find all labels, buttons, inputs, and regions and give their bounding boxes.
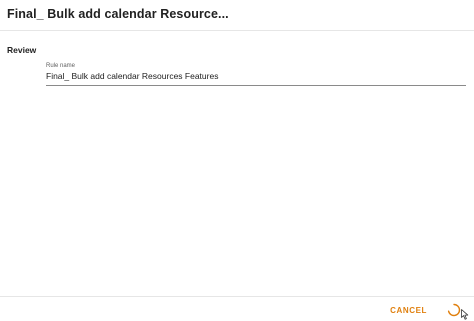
rule-name-value[interactable]: Final_ Bulk add calendar Resources Featu… bbox=[46, 71, 218, 81]
dialog-title: Final_ Bulk add calendar Resource... bbox=[7, 7, 229, 21]
dialog-header: Final_ Bulk add calendar Resource... bbox=[0, 0, 474, 31]
rule-name-field[interactable]: Rule name Final_ Bulk add calendar Resou… bbox=[46, 61, 466, 86]
loading-spinner-icon bbox=[447, 303, 461, 317]
cancel-button[interactable]: CANCEL bbox=[390, 306, 427, 315]
review-section-label: Review bbox=[7, 45, 37, 55]
dialog: Final_ Bulk add calendar Resource... Rev… bbox=[0, 0, 474, 321]
mouse-pointer-icon bbox=[461, 309, 469, 320]
rule-name-label: Rule name bbox=[46, 63, 76, 69]
dialog-footer: CANCEL bbox=[0, 296, 474, 321]
